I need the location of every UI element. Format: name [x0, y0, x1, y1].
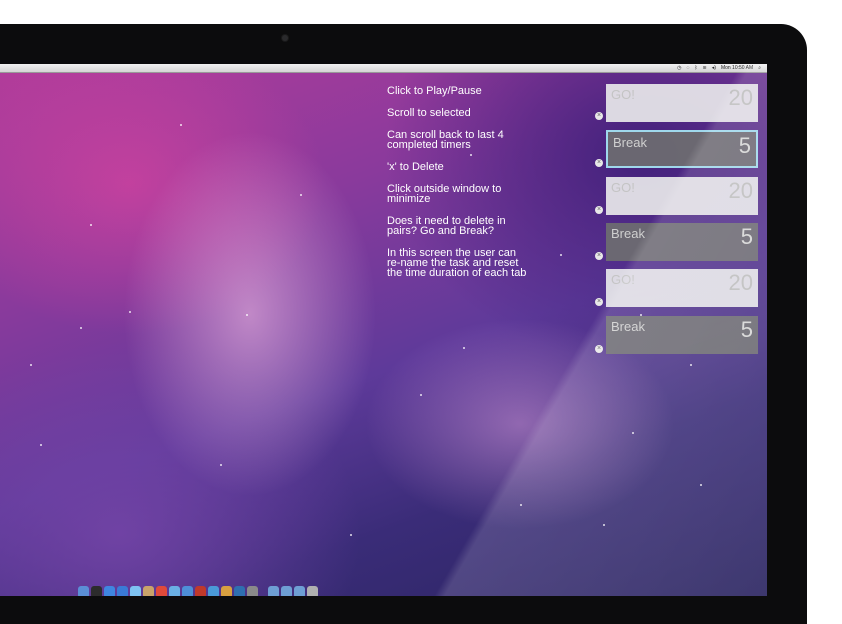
menu-bar-clock[interactable]: Mon 10:50 AM: [721, 64, 753, 72]
documents-folder-icon[interactable]: [281, 586, 292, 596]
star: [350, 534, 352, 536]
star: [180, 124, 182, 126]
star: [246, 314, 248, 316]
star: [603, 524, 605, 526]
star: [129, 311, 131, 313]
photobooth-icon[interactable]: [195, 586, 206, 596]
delete-timer-button[interactable]: ×: [595, 298, 603, 306]
timer-tab[interactable]: GO! 20: [606, 84, 758, 122]
trash-icon[interactable]: [307, 586, 318, 596]
addressbook-icon[interactable]: [143, 586, 154, 596]
system-preferences-icon[interactable]: [247, 586, 258, 596]
timer-label[interactable]: Break: [613, 135, 647, 150]
delete-timer-button[interactable]: ×: [595, 206, 603, 214]
star: [632, 432, 634, 434]
timer-label[interactable]: Break: [611, 319, 645, 334]
timer-label[interactable]: Break: [611, 226, 645, 241]
delete-timer-button[interactable]: ×: [595, 345, 603, 353]
preview-icon[interactable]: [169, 586, 180, 596]
timer-duration[interactable]: 5: [741, 317, 753, 343]
mail-icon[interactable]: [104, 586, 115, 596]
safari-icon[interactable]: [117, 586, 128, 596]
timer-label[interactable]: GO!: [611, 87, 635, 102]
timer-tab[interactable]: Break 5: [606, 316, 758, 354]
star: [463, 347, 465, 349]
note-delete: 'x' to Delete: [387, 161, 444, 173]
star: [90, 224, 92, 226]
timer-duration[interactable]: 5: [739, 133, 751, 159]
timer-label[interactable]: GO!: [611, 272, 635, 287]
note-scroll-selected: Scroll to selected: [387, 107, 471, 119]
search-icon[interactable]: ⌕: [758, 64, 761, 72]
delete-timer-button[interactable]: ×: [595, 252, 603, 260]
dock: [78, 584, 318, 596]
garageband-icon[interactable]: [221, 586, 232, 596]
note-scroll-back: Can scroll back to last 4 completed time…: [387, 129, 504, 151]
delete-timer-button[interactable]: ×: [595, 159, 603, 167]
star: [80, 327, 82, 329]
star: [560, 254, 562, 256]
note-delete-pairs: Does it need to delete in pairs? Go and …: [387, 215, 506, 237]
star: [220, 464, 222, 466]
annotation-notes: Click to Play/Pause Scroll to selected C…: [387, 86, 527, 290]
iphoto-icon[interactable]: [208, 586, 219, 596]
clock-icon[interactable]: ◷: [677, 64, 681, 72]
volume-icon[interactable]: ◂): [712, 64, 716, 72]
time-machine-icon[interactable]: [234, 586, 245, 596]
dashboard-icon[interactable]: [91, 586, 102, 596]
star: [420, 394, 422, 396]
menu-bar-status: ◷ ◌ ᛒ ≋ ◂) Mon 10:50 AM ⌕: [677, 64, 761, 72]
timer-duration[interactable]: 20: [729, 178, 753, 204]
star: [30, 364, 32, 366]
star: [520, 504, 522, 506]
timer-tab[interactable]: GO! 20: [606, 177, 758, 215]
timer-label[interactable]: GO!: [611, 180, 635, 195]
star: [700, 484, 702, 486]
desktop-screen[interactable]: ◷ ◌ ᛒ ≋ ◂) Mon 10:50 AM ⌕ Click to Play/…: [0, 64, 767, 596]
menu-bar: ◷ ◌ ᛒ ≋ ◂) Mon 10:50 AM ⌕: [0, 64, 767, 73]
sync-icon[interactable]: ◌: [687, 64, 690, 72]
timer-duration[interactable]: 20: [729, 85, 753, 111]
note-minimize: Click outside window to minimize: [387, 183, 502, 205]
timer-tab-selected[interactable]: Break 5: [606, 130, 758, 168]
ical-icon[interactable]: [156, 586, 167, 596]
camera-icon: [282, 35, 288, 41]
finder-icon[interactable]: [78, 586, 89, 596]
star: [300, 194, 302, 196]
downloads-icon[interactable]: [294, 586, 305, 596]
timer-duration[interactable]: 20: [729, 270, 753, 296]
star: [40, 444, 42, 446]
itunes-icon[interactable]: [182, 586, 193, 596]
note-play-pause: Click to Play/Pause: [387, 85, 482, 97]
timer-duration[interactable]: 5: [741, 224, 753, 250]
applications-folder-icon[interactable]: [268, 586, 279, 596]
star: [690, 364, 692, 366]
timer-tab[interactable]: GO! 20: [606, 269, 758, 307]
timer-tab[interactable]: Break 5: [606, 223, 758, 261]
delete-timer-button[interactable]: ×: [595, 112, 603, 120]
bluetooth-icon[interactable]: ᛒ: [695, 64, 698, 72]
wifi-icon[interactable]: ≋: [703, 64, 707, 72]
ichat-icon[interactable]: [130, 586, 141, 596]
note-rename: In this screen the user can re-name the …: [387, 247, 527, 279]
